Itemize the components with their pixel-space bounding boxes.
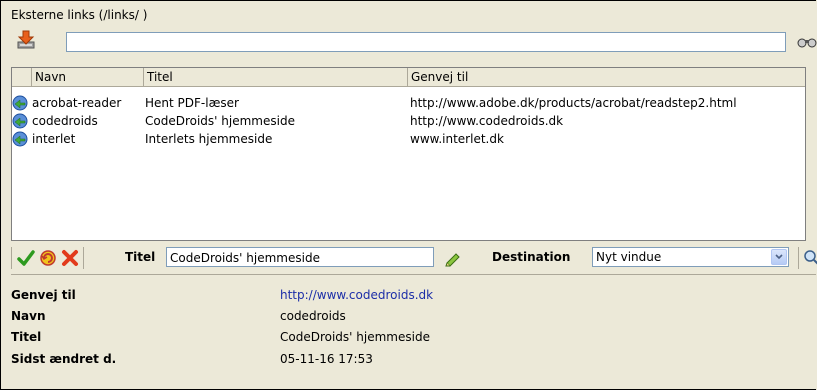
refresh-icon[interactable] [39,249,57,267]
row-name: codedroids [32,114,98,128]
detail-value: 05-11-16 17:53 [280,352,373,366]
import-icon[interactable] [15,29,37,51]
toolbar-separator [798,247,799,269]
title-input[interactable]: CodeDroids' hjemmeside [166,247,434,267]
table-row[interactable]: acrobat-reader Hent PDF-læser http://www… [12,94,805,112]
destination-select[interactable]: Nyt vindue [592,247,789,267]
header-navn[interactable]: Navn [32,68,144,86]
detail-row-shortcut: Genvej til http://www.codedroids.dk [11,285,711,305]
edit-toolbar: Titel CodeDroids' hjemmeside Destination… [11,242,817,275]
detail-key: Genvej til [11,288,76,302]
search-input[interactable] [66,32,786,52]
table-row[interactable]: interlet Interlets hjemmeside www.interl… [12,130,805,148]
links-panel: Eksterne links (/links/ ) Navn Titel Gen… [0,0,817,390]
section-title: Eksterne links (/links/ ) [11,8,148,22]
detail-value: codedroids [280,309,346,323]
detail-row-changed: Sidst ændret d. 05-11-16 17:53 [11,349,711,369]
destination-label: Destination [492,250,571,264]
table-row[interactable]: codedroids CodeDroids' hjemmeside http:/… [12,112,805,130]
header-genvej[interactable]: Genvej til [408,68,805,86]
row-title: Interlets hjemmeside [145,132,273,146]
list-header: Navn Titel Genvej til [12,68,805,87]
toolbar-separator [83,247,84,269]
detail-row-name: Navn codedroids [11,306,711,326]
detail-shortcut-link[interactable]: http://www.codedroids.dk [280,285,433,305]
delete-icon[interactable] [61,249,79,267]
magnifier-icon[interactable] [803,249,817,267]
detail-key: Titel [11,330,42,344]
detail-key: Navn [11,309,46,323]
detail-key: Sidst ændret d. [11,352,117,366]
binoculars-icon[interactable] [797,33,817,49]
row-url: http://www.codedroids.dk [410,114,564,128]
link-globe-icon [12,95,28,111]
detail-row-title: Titel CodeDroids' hjemmeside [11,327,711,347]
link-globe-icon [12,113,28,129]
chevron-down-icon[interactable] [771,249,787,265]
row-name: interlet [32,132,76,146]
row-url: www.interlet.dk [410,132,504,146]
row-url: http://www.adobe.dk/products/acrobat/rea… [410,96,737,110]
destination-value: Nyt vindue [596,250,662,264]
row-name: acrobat-reader [32,96,122,110]
header-titel[interactable]: Titel [144,68,408,86]
toolbar-separator [11,247,12,269]
link-globe-icon [12,131,28,147]
row-title: Hent PDF-læser [145,96,239,110]
row-title: CodeDroids' hjemmeside [145,114,295,128]
links-list: Navn Titel Genvej til acrobat-reader Hen… [11,67,806,241]
title-label: Titel [125,250,156,264]
checkmark-icon[interactable] [17,249,35,267]
detail-value: CodeDroids' hjemmeside [280,330,430,344]
pencil-icon[interactable] [444,249,462,267]
header-icon-col [12,68,32,86]
